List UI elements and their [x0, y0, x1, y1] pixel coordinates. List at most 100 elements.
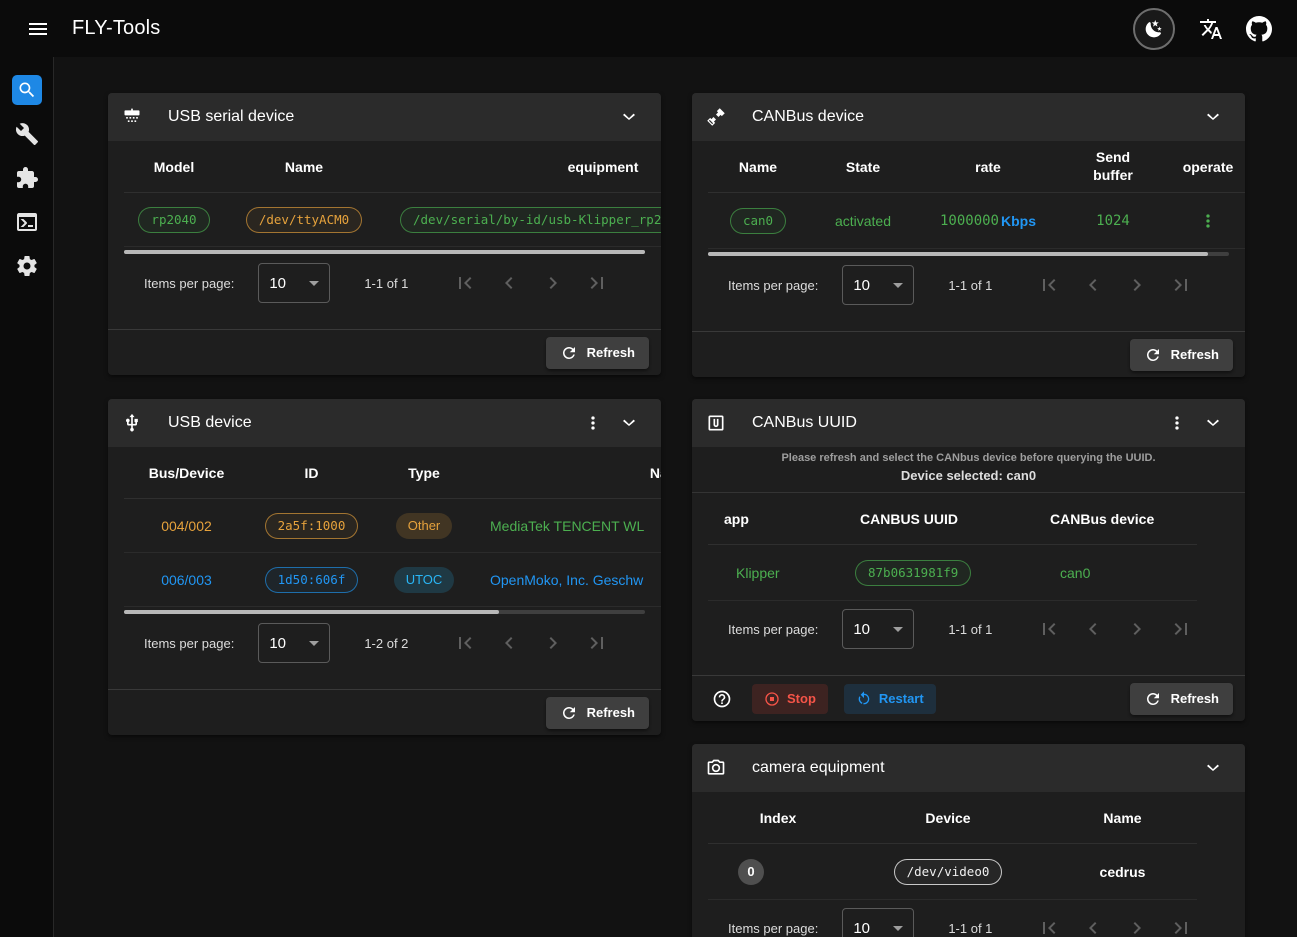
page-first-icon [1037, 273, 1061, 297]
equipment-chip: /dev/serial/by-id/usb-Klipper_rp2040 [400, 207, 661, 233]
uuid-notice: Please refresh and select the CANbus dev… [692, 447, 1245, 493]
more-options-button[interactable] [1159, 405, 1195, 441]
camera-icon [706, 758, 726, 778]
prev-page-button[interactable] [487, 263, 531, 303]
kebab-menu-icon [1198, 211, 1218, 231]
collapse-button[interactable] [611, 99, 647, 135]
column-header-app[interactable]: app [708, 511, 852, 527]
last-page-button[interactable] [575, 623, 619, 663]
page-last-icon [1169, 916, 1193, 937]
last-page-button[interactable] [1159, 908, 1203, 937]
collapse-button[interactable] [1195, 405, 1231, 441]
first-page-button[interactable] [1027, 265, 1071, 305]
column-header-device[interactable]: Device [848, 810, 1048, 826]
operate-menu-button[interactable] [1190, 203, 1226, 239]
prev-page-button[interactable] [1071, 609, 1115, 649]
collapse-button[interactable] [611, 405, 647, 441]
menu-button[interactable] [18, 9, 58, 49]
card-camera: camera equipment Index Device Name 0 /de… [692, 744, 1245, 937]
refresh-button[interactable]: Refresh [546, 337, 649, 369]
chevron-left-icon [497, 631, 521, 655]
first-page-button[interactable] [1027, 609, 1071, 649]
column-header-name[interactable]: Name [1048, 810, 1197, 826]
prev-page-button[interactable] [1071, 908, 1115, 937]
refresh-button[interactable]: Refresh [546, 697, 649, 729]
last-page-button[interactable] [575, 263, 619, 303]
chevron-down-icon [893, 926, 903, 931]
items-per-page-label: Items per page: [144, 636, 234, 651]
last-page-button[interactable] [1159, 265, 1203, 305]
sidebar-item-terminal[interactable] [7, 207, 47, 237]
translate-button[interactable] [1191, 9, 1231, 49]
column-header-send-buffer[interactable]: Send buffer [1058, 149, 1168, 184]
sidebar-item-services[interactable] [7, 251, 47, 281]
sidebar-item-tools[interactable] [7, 119, 47, 149]
restart-button[interactable]: Restart [844, 684, 936, 714]
column-header-model[interactable]: Model [124, 159, 224, 175]
items-per-page-label: Items per page: [728, 278, 818, 293]
serial-port-icon [122, 107, 142, 127]
wrench-icon [15, 122, 39, 146]
horizontal-scrollbar[interactable] [124, 610, 645, 614]
next-page-button[interactable] [531, 263, 575, 303]
table-row: 0 /dev/video0 cedrus [708, 844, 1197, 900]
stop-circle-icon [764, 691, 780, 707]
card-header: camera equipment [692, 744, 1245, 792]
items-per-page-select[interactable]: 10 [842, 908, 914, 937]
column-header-bus-device[interactable]: Bus/Device [124, 465, 249, 481]
column-header-id[interactable]: ID [249, 465, 374, 481]
bus-device-cell: 006/003 [124, 572, 249, 588]
collapse-button[interactable] [1195, 750, 1231, 786]
items-per-page-select[interactable]: 10 [842, 265, 914, 305]
more-options-button[interactable] [575, 405, 611, 441]
column-header-index[interactable]: Index [708, 810, 848, 826]
dark-mode-moon-icon [1144, 19, 1164, 39]
github-button[interactable] [1239, 9, 1279, 49]
stop-button[interactable]: Stop [752, 684, 828, 714]
next-page-button[interactable] [531, 623, 575, 663]
usb-type-chip: UTOC [394, 567, 455, 593]
sidebar-item-plugins[interactable] [7, 163, 47, 193]
dark-mode-button[interactable] [1133, 8, 1175, 50]
refresh-icon [1144, 690, 1162, 708]
items-per-page-select[interactable]: 10 [258, 263, 330, 303]
prev-page-button[interactable] [487, 623, 531, 663]
collapse-button[interactable] [1195, 99, 1231, 135]
column-header-state[interactable]: State [808, 159, 918, 175]
column-header-equipment[interactable]: equipment [384, 159, 661, 175]
table-row: can0 activated 1000000Kbps 1024 [708, 193, 1245, 249]
first-page-button[interactable] [443, 263, 487, 303]
column-header-canbus-device[interactable]: CANBus device [1048, 511, 1197, 527]
refresh-icon [560, 704, 578, 722]
column-header-name[interactable]: Name [708, 159, 808, 175]
refresh-button[interactable]: Refresh [1130, 339, 1233, 371]
chevron-down-icon [617, 105, 641, 129]
next-page-button[interactable] [1115, 609, 1159, 649]
uuid-device-cell: can0 [1048, 565, 1197, 581]
horizontal-scrollbar[interactable] [708, 252, 1229, 256]
column-header-rate[interactable]: rate [918, 159, 1058, 175]
first-page-button[interactable] [1027, 908, 1071, 937]
column-header-name[interactable]: Name [224, 159, 384, 175]
items-per-page-label: Items per page: [728, 921, 818, 936]
card-canbus-uuid: CANBus UUID Please refresh and select th… [692, 399, 1245, 721]
card-title: USB serial device [168, 108, 294, 126]
first-page-button[interactable] [443, 623, 487, 663]
page-first-icon [1037, 617, 1061, 641]
horizontal-scrollbar[interactable] [124, 250, 645, 254]
items-per-page-select[interactable]: 10 [842, 609, 914, 649]
last-page-button[interactable] [1159, 609, 1203, 649]
column-header-canbus-uuid[interactable]: CANBUS UUID [852, 511, 1048, 527]
refresh-button[interactable]: Refresh [1130, 683, 1233, 715]
next-page-button[interactable] [1115, 265, 1159, 305]
kebab-menu-icon [583, 413, 603, 433]
column-header-operate[interactable]: operate [1168, 159, 1245, 175]
prev-page-button[interactable] [1071, 265, 1115, 305]
items-per-page-select[interactable]: 10 [258, 623, 330, 663]
usb-id-chip: 1d50:606f [265, 567, 359, 593]
next-page-button[interactable] [1115, 908, 1159, 937]
help-button[interactable] [706, 683, 738, 715]
column-header-type[interactable]: Type [374, 465, 474, 481]
sidebar-item-device-search[interactable] [12, 75, 42, 105]
column-header-name[interactable]: Name [474, 465, 661, 481]
